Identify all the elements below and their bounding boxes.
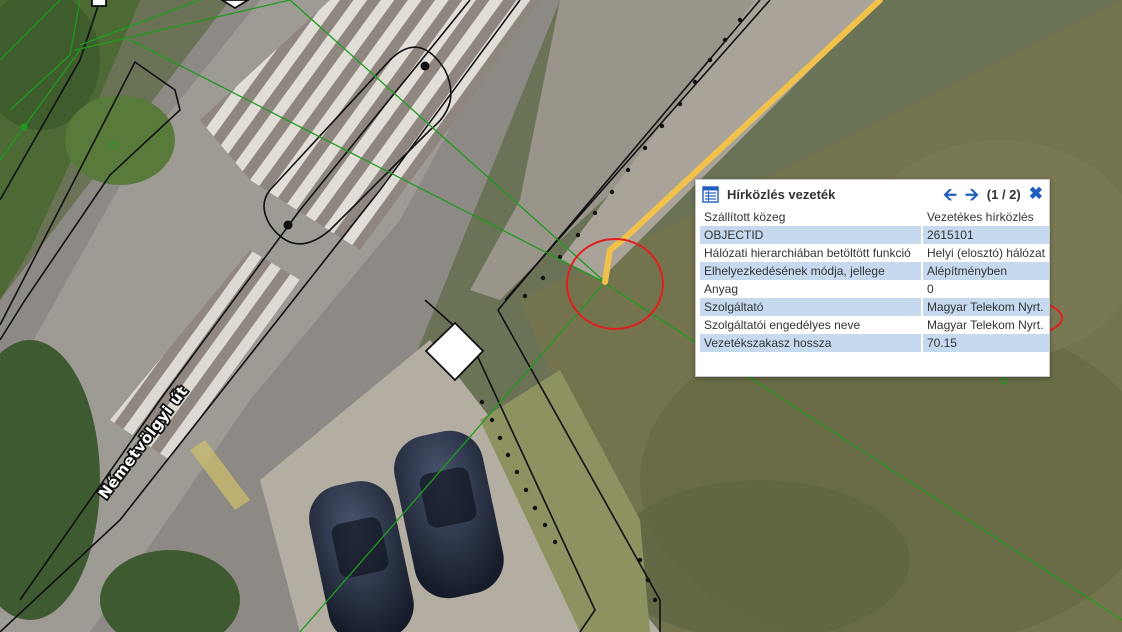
attribute-key: Hálózati hierarchiában betöltött funkció (704, 246, 911, 260)
attribute-row: Vezetékszakasz hossza 70.15 (700, 334, 1049, 352)
attribute-table: Szállított közeg Vezetékes hírközlés OBJEC… (700, 208, 1049, 352)
attribute-value: 70.15 (922, 334, 1049, 352)
attribute-row: Anyag 0 (700, 280, 1049, 298)
attribute-key: Vezetékszakasz hossza (700, 334, 921, 352)
attribute-key: Elhelyezkedésének módja, jellege (700, 262, 921, 280)
arrow-left-icon[interactable]: 🡨 (943, 186, 957, 203)
attribute-value: 2615101 (922, 226, 1049, 244)
attribute-value: Alépítményben (922, 262, 1049, 280)
pager-count: (1 / 2) (986, 186, 1021, 202)
attribute-row: Elhelyezkedésének módja, jellege Alépítmé… (700, 262, 1049, 280)
attribute-key: OBJECTID (700, 226, 921, 244)
attribute-key: Szállított közeg (704, 210, 786, 224)
close-icon[interactable]: ✖ (1029, 184, 1043, 204)
attribute-key: Szolgáltató (700, 298, 921, 316)
attribute-row: Szolgáltatói engedélyes neve Magyar Telek… (700, 316, 1049, 334)
attribute-key: Szolgáltatói engedélyes neve (704, 318, 861, 332)
attribute-value: Vezetékes hírközlés (926, 210, 1034, 224)
network-node (20, 123, 28, 131)
popup-title: Hírközlés vezeték (727, 186, 836, 202)
attribute-key: Anyag (704, 282, 739, 296)
layer-table-icon (702, 185, 719, 203)
attribute-row: Szállított közeg Vezetékes hírközlés (700, 208, 1049, 226)
attribute-row: Szolgáltató Magyar Telekom Nyrt. (700, 298, 1049, 316)
attribute-value: Magyar Telekom Nyrt. (922, 298, 1049, 316)
attribute-value: 0 (926, 282, 934, 296)
attribute-value: Magyar Telekom Nyrt. (926, 318, 1044, 332)
attribute-row: OBJECTID 2615101 (700, 226, 1049, 244)
arrow-right-icon[interactable]: 🡪 (965, 186, 979, 203)
attribute-row: Hálózati hierarchiában betöltött funkció… (700, 244, 1049, 262)
feature-info-popup[interactable]: Hírközlés vezeték 🡨 🡪 (1 / 2) ✖ Szállíto… (695, 179, 1050, 377)
popup-pager: 🡨 🡪 (1 / 2) ✖ (943, 184, 1043, 204)
popup-header: Hírközlés vezeték 🡨 🡪 (1 / 2) ✖ (696, 180, 1049, 208)
attribute-value: Helyi (elosztó) hálózat (926, 246, 1045, 260)
